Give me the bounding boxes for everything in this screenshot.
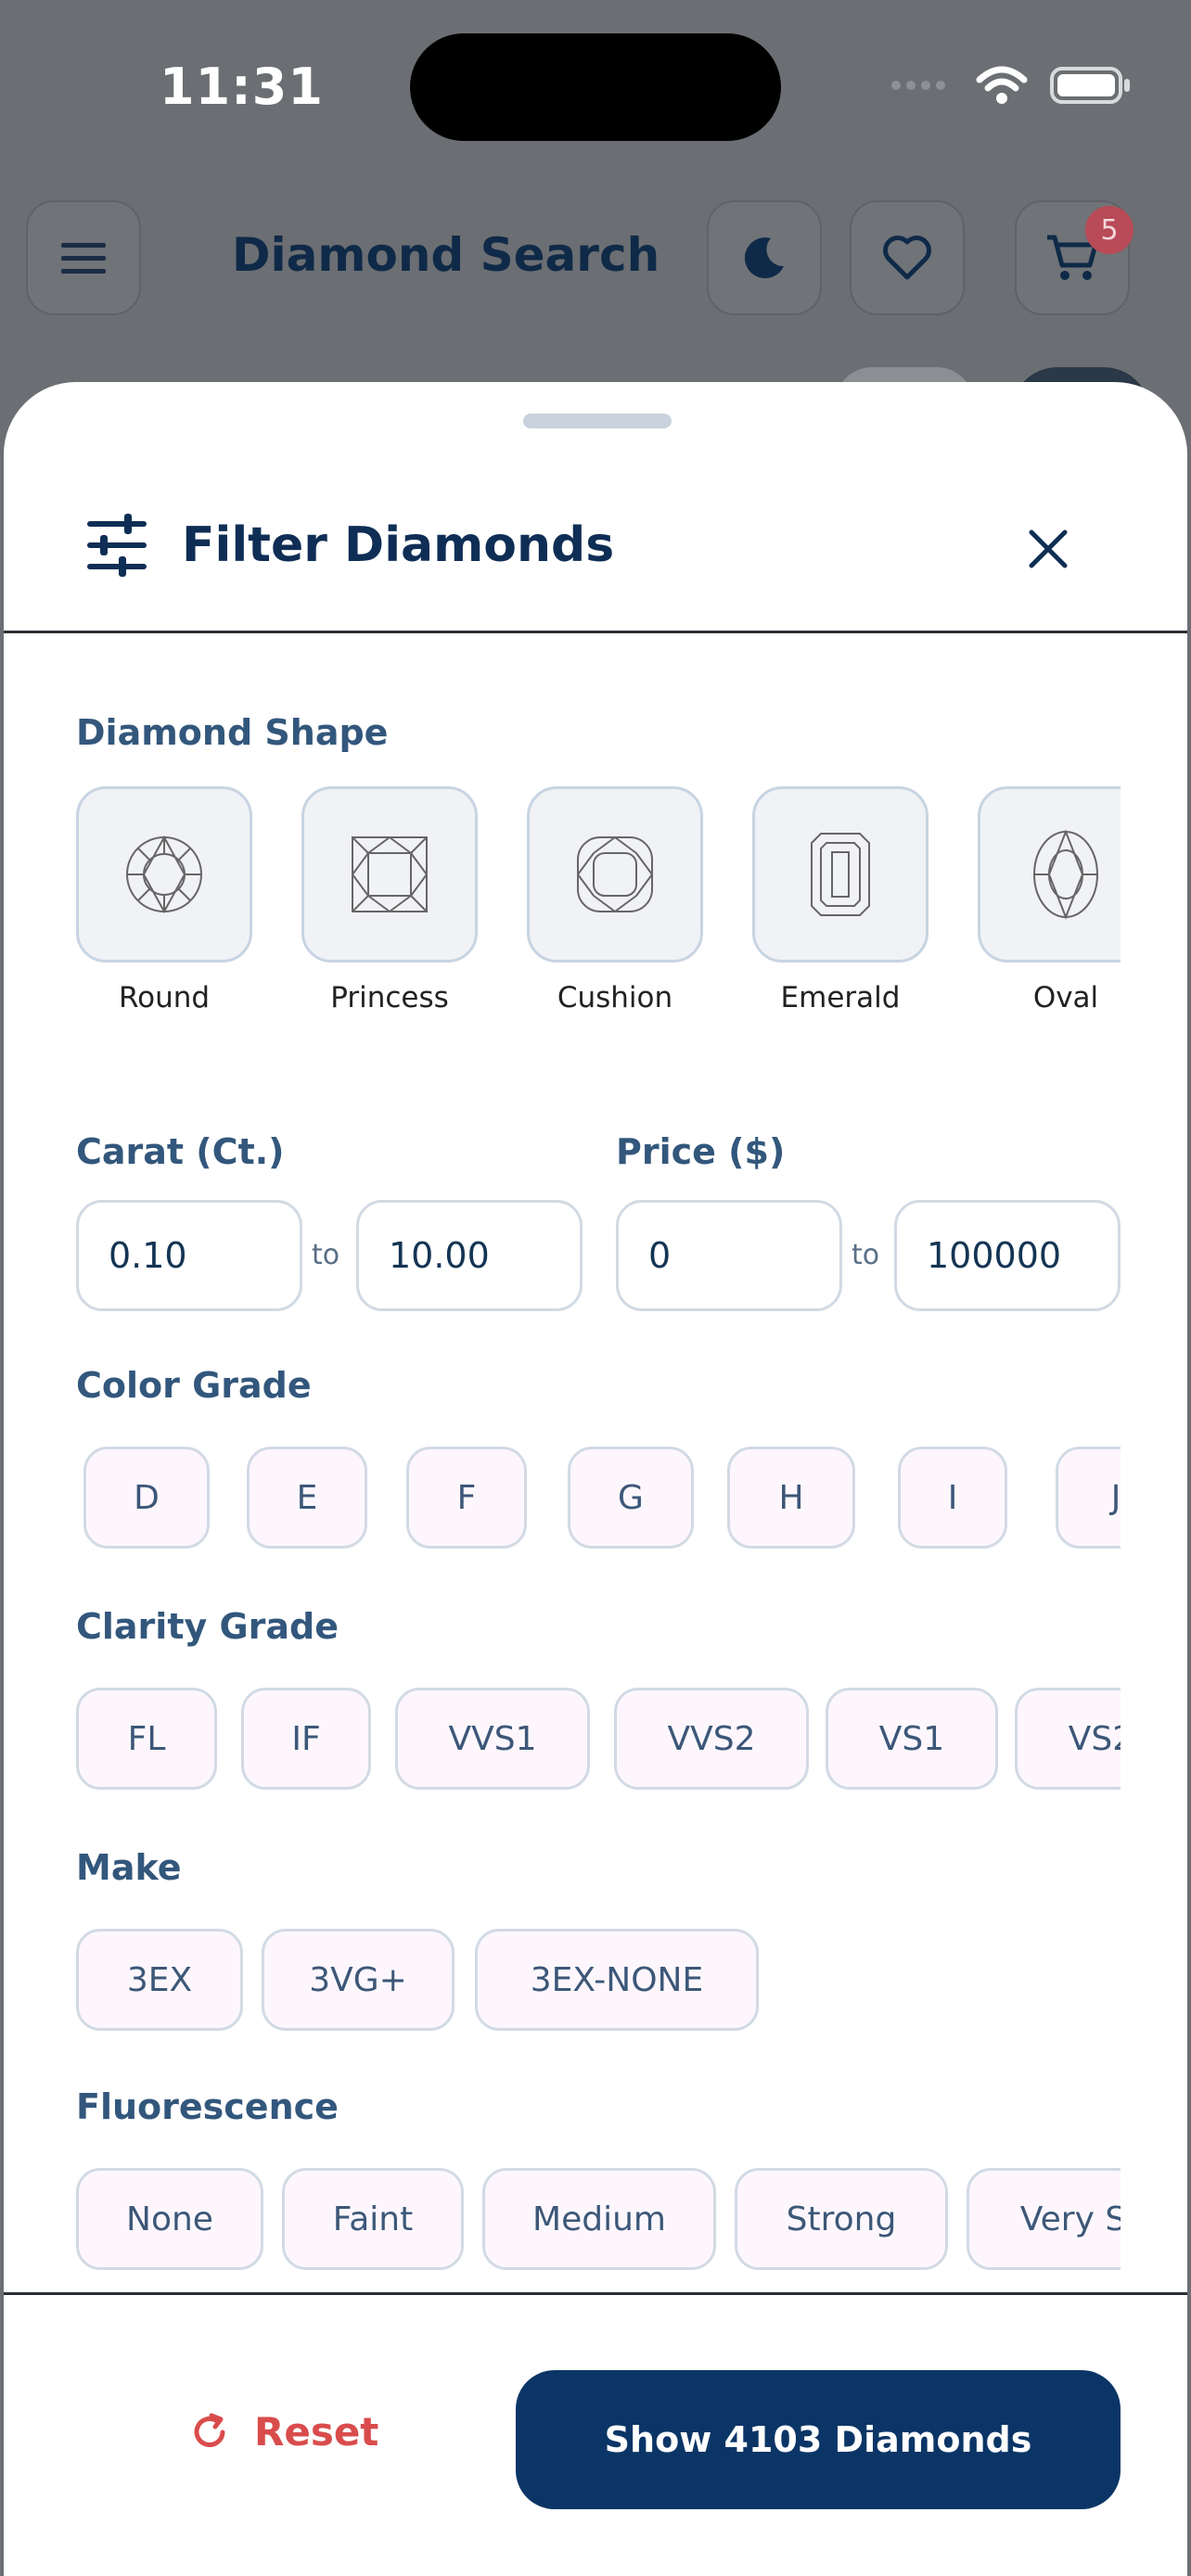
favorites-button[interactable]	[850, 200, 965, 315]
status-icons	[889, 65, 1132, 106]
carat-to-label: to	[312, 1239, 340, 1271]
filter-sheet: Filter Diamonds Diamond Shape Round Prin…	[4, 382, 1187, 2576]
round-diamond-icon	[126, 835, 202, 914]
fluorescence-chip-faint[interactable]: Faint	[282, 2168, 464, 2270]
sliders-icon	[87, 514, 147, 577]
color-chip-j[interactable]: J	[1056, 1447, 1121, 1549]
color-grade-label: Color Grade	[76, 1365, 312, 1406]
make-row: 3EX 3VG+ 3EX-NONE	[76, 1925, 1121, 2036]
color-chip-i[interactable]: I	[898, 1447, 1007, 1549]
cushion-diamond-icon	[577, 836, 653, 912]
clarity-chip-vvs2[interactable]: VVS2	[614, 1688, 809, 1790]
sheet-grabber[interactable]	[523, 414, 672, 428]
refresh-icon	[194, 2413, 225, 2447]
status-time: 11:31	[160, 57, 324, 116]
price-max-input[interactable]: 100000	[894, 1200, 1121, 1311]
signal-icon	[891, 81, 945, 90]
shape-label: Cushion	[557, 981, 673, 1014]
shape-option-round[interactable]: Round	[76, 786, 254, 1014]
hamburger-icon	[61, 243, 106, 274]
shape-tile[interactable]	[527, 786, 703, 963]
color-grade-row: D E F G H I J	[76, 1443, 1121, 1554]
oval-diamond-icon	[1033, 829, 1098, 920]
clarity-grade-label: Clarity Grade	[76, 1606, 339, 1647]
screen: 11:31 Diamond Search 5 Filter Diamonds D…	[0, 0, 1191, 2576]
color-chip-g[interactable]: G	[568, 1447, 694, 1549]
shape-label: Oval	[1032, 981, 1099, 1014]
shape-option-princess[interactable]: Princess	[301, 786, 480, 1014]
color-chip-e[interactable]: E	[247, 1447, 367, 1549]
shape-label: Emerald	[780, 981, 901, 1014]
wifi-icon	[976, 66, 1028, 104]
app-title: Diamond Search	[232, 228, 660, 282]
clarity-chip-vs1[interactable]: VS1	[826, 1688, 998, 1790]
shape-option-emerald[interactable]: Emerald	[752, 786, 930, 1014]
carat-label: Carat (Ct.)	[76, 1131, 285, 1172]
shape-label: Round	[118, 981, 211, 1014]
make-chip-3ex[interactable]: 3EX	[76, 1929, 243, 2031]
reset-label: Reset	[254, 2409, 379, 2455]
shape-tile[interactable]	[76, 786, 252, 963]
clarity-grade-row: FL IF VVS1 VVS2 VS1 VS2	[76, 1684, 1121, 1795]
footer-divider	[4, 2292, 1187, 2295]
fluorescence-row: None Faint Medium Strong Very S	[76, 2164, 1121, 2276]
reset-button[interactable]: Reset	[189, 2409, 378, 2455]
shape-section-label: Diamond Shape	[76, 712, 389, 753]
princess-diamond-icon	[352, 836, 428, 912]
shape-label: Princess	[330, 981, 449, 1014]
carat-min-input[interactable]: 0.10	[76, 1200, 302, 1311]
clarity-chip-vs2[interactable]: VS2	[1015, 1688, 1121, 1790]
clarity-chip-vvs1[interactable]: VVS1	[395, 1688, 590, 1790]
fluorescence-chip-medium[interactable]: Medium	[482, 2168, 716, 2270]
make-chip-3vg-plus[interactable]: 3VG+	[262, 1929, 455, 2031]
header-divider	[4, 631, 1187, 633]
clarity-chip-fl[interactable]: FL	[76, 1688, 217, 1790]
price-label: Price ($)	[616, 1131, 786, 1172]
shape-option-cushion[interactable]: Cushion	[527, 786, 705, 1014]
shape-tile[interactable]	[752, 786, 928, 963]
emerald-diamond-icon	[811, 833, 870, 916]
color-chip-d[interactable]: D	[83, 1447, 210, 1549]
color-chip-h[interactable]: H	[727, 1447, 855, 1549]
clarity-chip-if[interactable]: IF	[241, 1688, 371, 1790]
make-chip-3ex-none[interactable]: 3EX-NONE	[475, 1929, 759, 2031]
heart-icon	[883, 236, 931, 280]
menu-button[interactable]	[26, 200, 141, 315]
shape-row: Round Princess Cushion Emerald Oval	[76, 786, 1121, 1046]
sheet-title: Filter Diamonds	[182, 517, 615, 573]
shape-tile[interactable]	[301, 786, 478, 963]
fluorescence-chip-none[interactable]: None	[76, 2168, 263, 2270]
shape-option-oval[interactable]: Oval	[978, 786, 1121, 1014]
price-to-label: to	[852, 1239, 880, 1271]
dark-mode-button[interactable]	[707, 200, 822, 315]
moon-icon	[744, 237, 784, 279]
fluorescence-chip-very-strong[interactable]: Very S	[967, 2168, 1121, 2270]
price-min-input[interactable]: 0	[616, 1200, 842, 1311]
dynamic-island	[410, 33, 781, 141]
battery-icon	[1050, 67, 1130, 104]
fluorescence-chip-strong[interactable]: Strong	[735, 2168, 948, 2270]
close-button[interactable]	[1020, 521, 1076, 577]
close-icon	[1029, 529, 1068, 568]
make-label: Make	[76, 1847, 182, 1888]
carat-max-input[interactable]: 10.00	[356, 1200, 583, 1311]
fluorescence-label: Fluorescence	[76, 2086, 339, 2127]
shape-tile[interactable]	[978, 786, 1121, 963]
color-chip-f[interactable]: F	[406, 1447, 527, 1549]
cart-badge: 5	[1085, 206, 1133, 254]
show-results-button[interactable]: Show 4103 Diamonds	[516, 2370, 1121, 2509]
